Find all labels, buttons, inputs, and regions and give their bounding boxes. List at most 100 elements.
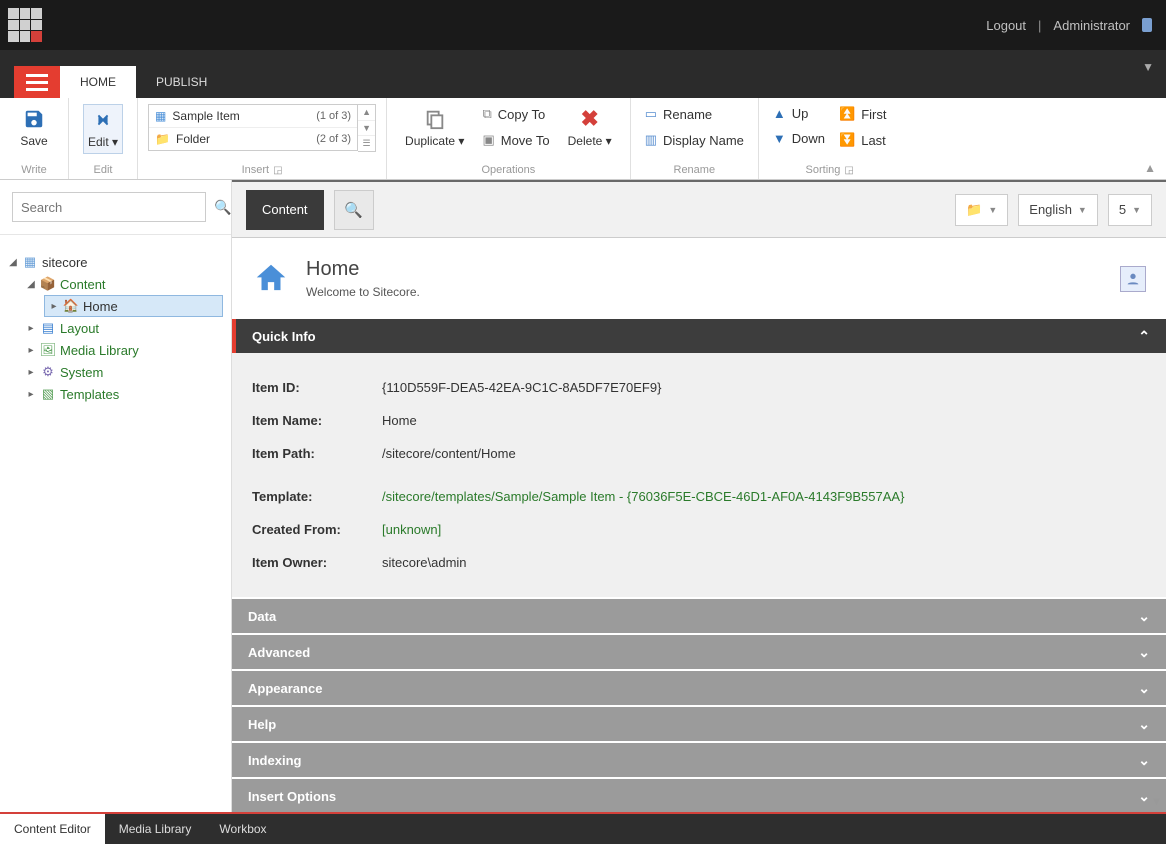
duplicate-button[interactable]: Duplicate ▾ bbox=[401, 104, 468, 152]
section-indexing[interactable]: Indexing ⌄ bbox=[232, 743, 1166, 777]
folder-icon: 📁 bbox=[155, 132, 170, 146]
content-panel: Content 🔍 📁 ▼ English ▼ 5 ▼ bbox=[232, 180, 1166, 812]
qi-label: Item Path: bbox=[252, 446, 382, 461]
tab-publish[interactable]: PUBLISH bbox=[136, 66, 227, 98]
content-search-button[interactable]: 🔍 bbox=[334, 190, 374, 230]
chevron-down-icon: ⌄ bbox=[1138, 752, 1150, 769]
qi-value-template[interactable]: /sitecore/templates/Sample/Sample Item -… bbox=[382, 489, 904, 504]
group-label-insert: Insert◲ bbox=[148, 162, 376, 176]
section-title: Indexing bbox=[248, 753, 301, 768]
section-title: Insert Options bbox=[248, 789, 336, 804]
tree-toggle-icon[interactable]: ▸ bbox=[26, 345, 36, 356]
insert-option-folder[interactable]: 📁 Folder (2 of 3) bbox=[149, 128, 357, 150]
delete-button[interactable]: ✖ Delete ▾ bbox=[564, 104, 616, 152]
tree-toggle-icon[interactable]: ▸ bbox=[26, 367, 36, 378]
section-quick-info[interactable]: Quick Info ⌃ bbox=[232, 319, 1166, 353]
sort-last-button[interactable]: ⏬ Last bbox=[839, 130, 886, 150]
main-split: 🔍 ▼ ◢ ▦ sitecore ◢ 📦 Content ▸ 🏠 bbox=[0, 180, 1166, 812]
lock-owner-avatar[interactable] bbox=[1120, 266, 1146, 292]
tree-node-layout[interactable]: ▸ ▤ Layout bbox=[26, 317, 223, 339]
system-icon: ⚙ bbox=[40, 364, 56, 380]
tree-node-content[interactable]: ◢ 📦 Content bbox=[26, 273, 223, 295]
insert-options-list: ▦ Sample Item (1 of 3) 📁 Folder (2 of 3) bbox=[148, 104, 358, 151]
qi-label: Item Name: bbox=[252, 413, 382, 428]
insert-dropdown-icon[interactable]: ☰ bbox=[358, 136, 375, 151]
tree-toggle-icon[interactable]: ◢ bbox=[26, 279, 36, 290]
tree-node-sitecore[interactable]: ◢ ▦ sitecore bbox=[8, 251, 223, 273]
section-title: Appearance bbox=[248, 681, 322, 696]
section-data[interactable]: Data ⌄ bbox=[232, 599, 1166, 633]
tree-node-system[interactable]: ▸ ⚙ System bbox=[26, 361, 223, 383]
tree-toggle-icon[interactable]: ◢ bbox=[8, 257, 18, 268]
section-help[interactable]: Help ⌄ bbox=[232, 707, 1166, 741]
language-selector[interactable]: English ▼ bbox=[1018, 194, 1098, 226]
rename-label: Rename bbox=[663, 107, 712, 122]
insert-item-count: (1 of 3) bbox=[316, 110, 351, 122]
navigate-button[interactable]: 📁 ▼ bbox=[955, 194, 1008, 226]
move-to-button[interactable]: ▣ Move To bbox=[482, 130, 549, 150]
qi-value-item-owner[interactable]: sitecore\admin bbox=[382, 555, 467, 570]
search-input[interactable] bbox=[12, 192, 206, 222]
insert-item-label: Sample Item bbox=[172, 109, 239, 123]
qi-value-item-name[interactable]: Home bbox=[382, 413, 417, 428]
user-name[interactable]: Administrator bbox=[1053, 18, 1130, 33]
quick-info-row: Item Path: /sitecore/content/Home bbox=[252, 437, 1146, 470]
tree-toggle-icon[interactable]: ▸ bbox=[26, 389, 36, 400]
ribbon-collapse-icon[interactable]: ▼ bbox=[1142, 60, 1154, 74]
tree-label: System bbox=[60, 365, 103, 380]
tree-toggle-icon[interactable]: ▸ bbox=[26, 323, 36, 334]
logout-link[interactable]: Logout bbox=[986, 18, 1026, 33]
bottom-tab-media-library[interactable]: Media Library bbox=[105, 814, 206, 844]
content-tab[interactable]: Content bbox=[246, 190, 324, 230]
insert-scroll-down-icon[interactable]: ▼ bbox=[358, 121, 375, 137]
dropdown-icon: ▼ bbox=[988, 205, 997, 215]
content-scroll-area[interactable]: Home Welcome to Sitecore. Quick Info ⌃ I… bbox=[232, 238, 1166, 812]
move-to-label: Move To bbox=[501, 133, 550, 148]
qi-value-item-id[interactable]: {110D559F-DEA5-42EA-9C1C-8A5DF7E70EF9} bbox=[382, 380, 661, 395]
first-icon: ⏫ bbox=[839, 106, 855, 122]
ribbon-expand-icon[interactable]: ▲ bbox=[1144, 161, 1156, 175]
sitecore-logo[interactable] bbox=[0, 0, 50, 50]
qi-value-created-from[interactable]: [unknown] bbox=[382, 522, 441, 537]
move-icon: ▣ bbox=[482, 132, 494, 148]
section-title: Data bbox=[248, 609, 276, 624]
tree-search-row: 🔍 ▼ bbox=[0, 180, 231, 235]
ribbon-group-operations: Duplicate ▾ ⧉ Copy To ▣ Move To ✖ Delete… bbox=[387, 98, 631, 179]
insert-option-sample-item[interactable]: ▦ Sample Item (1 of 3) bbox=[149, 105, 357, 128]
qi-value-item-path[interactable]: /sitecore/content/Home bbox=[382, 446, 516, 461]
tree-node-home[interactable]: ▸ 🏠 Home bbox=[44, 295, 223, 317]
save-button[interactable]: Save bbox=[14, 104, 54, 152]
sort-up-button[interactable]: ▲ Up bbox=[773, 104, 825, 123]
search-icon[interactable]: 🔍 bbox=[214, 199, 231, 216]
group-label-edit: Edit bbox=[83, 162, 123, 176]
edit-button[interactable]: Edit ▾ bbox=[83, 104, 123, 154]
edit-label: Edit ▾ bbox=[88, 135, 118, 149]
hamburger-menu-button[interactable] bbox=[14, 66, 60, 98]
bottom-bar: Content Editor Media Library Workbox bbox=[0, 812, 1166, 844]
chevron-up-icon: ⌃ bbox=[1138, 328, 1150, 345]
tab-home[interactable]: HOME bbox=[60, 66, 136, 98]
section-insert-options[interactable]: Insert Options ⌄ bbox=[232, 779, 1166, 812]
popout-icon[interactable]: ◲ bbox=[273, 165, 282, 176]
popout-icon[interactable]: ◲ bbox=[844, 165, 853, 176]
rename-button[interactable]: ▭ Rename bbox=[645, 104, 744, 124]
copy-to-button[interactable]: ⧉ Copy To bbox=[482, 104, 549, 124]
section-advanced[interactable]: Advanced ⌄ bbox=[232, 635, 1166, 669]
version-label: 5 bbox=[1119, 202, 1126, 217]
sort-last-label: Last bbox=[861, 133, 886, 148]
display-name-button[interactable]: ▥ Display Name bbox=[645, 130, 744, 150]
insert-scroll-up-icon[interactable]: ▲ bbox=[358, 105, 375, 121]
sort-down-button[interactable]: ▼ Down bbox=[773, 129, 825, 148]
tree-node-media-library[interactable]: ▸ 🖼 Media Library bbox=[26, 339, 223, 361]
down-arrow-icon: ▼ bbox=[773, 131, 786, 146]
bottom-tab-content-editor[interactable]: Content Editor bbox=[0, 814, 105, 844]
group-label-write: Write bbox=[14, 162, 54, 176]
sort-first-button[interactable]: ⏫ First bbox=[839, 104, 886, 124]
bottom-tab-workbox[interactable]: Workbox bbox=[205, 814, 280, 844]
tree-toggle-icon[interactable]: ▸ bbox=[49, 301, 59, 312]
quick-info-row: Item Owner: sitecore\admin bbox=[252, 546, 1146, 579]
version-selector[interactable]: 5 ▼ bbox=[1108, 194, 1152, 226]
tree-node-templates[interactable]: ▸ ▧ Templates bbox=[26, 383, 223, 405]
section-appearance[interactable]: Appearance ⌄ bbox=[232, 671, 1166, 705]
quick-info-row: Template: /sitecore/templates/Sample/Sam… bbox=[252, 480, 1146, 513]
